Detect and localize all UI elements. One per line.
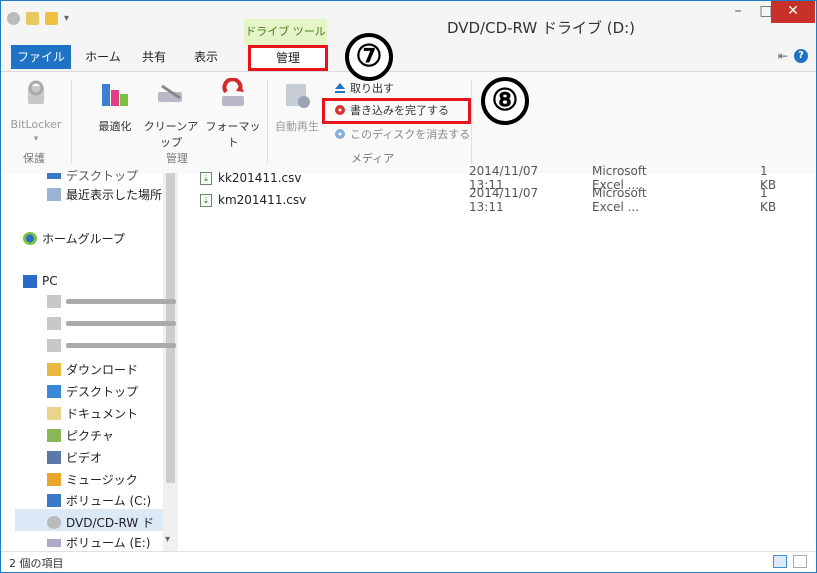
nav-item-homegroup[interactable]: ホームグループ <box>23 230 125 247</box>
redacted-text <box>66 299 176 304</box>
documents-folder-icon <box>47 407 61 420</box>
optimize-icon <box>98 78 132 112</box>
cleanup-button[interactable]: クリーンアップ <box>140 78 202 150</box>
ribbon-tabs: ファイル ホーム 共有 表示 管理 ⇤ ? <box>1 45 816 71</box>
finish-burning-highlight <box>322 98 471 124</box>
disc-icon <box>7 12 20 25</box>
autoplay-icon <box>280 78 314 112</box>
close-button[interactable]: ✕ <box>771 1 815 23</box>
eject-button[interactable]: 取り出す <box>334 80 394 96</box>
format-icon <box>216 77 250 112</box>
nav-scroll-down-icon[interactable]: ▾ <box>165 534 170 545</box>
file-size-cell: 1 KB <box>760 186 777 214</box>
group-label-media: メディア <box>351 152 395 165</box>
tab-file[interactable]: ファイル <box>11 45 71 69</box>
properties-icon[interactable] <box>26 12 39 25</box>
tab-view[interactable]: 表示 <box>186 45 226 69</box>
file-name-cell: ⇣ kk201411.csv <box>200 171 450 185</box>
music-folder-icon <box>47 473 61 486</box>
network-drive-icon <box>47 339 61 352</box>
ribbon-separator <box>471 80 472 164</box>
help-icon[interactable]: ? <box>794 49 808 63</box>
table-row[interactable]: ⇣ kk201411.csv 2014/11/07 13:11 Microsof… <box>200 164 776 192</box>
erase-disc-button[interactable]: このディスクを消去する <box>334 126 470 142</box>
dvd-drive-icon <box>47 516 61 529</box>
eject-icon <box>334 82 346 94</box>
large-icons-view-icon[interactable] <box>793 555 807 568</box>
homegroup-icon <box>23 232 37 245</box>
format-button[interactable]: フォーマット <box>205 77 261 150</box>
ribbon-controls: ⇤ ? <box>778 49 808 63</box>
erase-disc-icon <box>334 128 346 140</box>
status-bar: 2 個の項目 <box>1 551 816 572</box>
explorer-window: ▾ ドライブ ツール DVD/CD-RW ドライブ (D:) – □ ✕ ファイ… <box>0 0 817 573</box>
ribbon-separator <box>71 80 72 164</box>
quick-access-toolbar: ▾ <box>7 12 69 25</box>
nav-item-videos[interactable]: ビデオ <box>47 449 102 466</box>
window-title: DVD/CD-RW ドライブ (D:) <box>446 19 636 37</box>
nav-item-desktop[interactable]: デスクトップ <box>47 383 138 400</box>
group-label-manage: 管理 <box>166 152 188 165</box>
nav-item-music[interactable]: ミュージック <box>47 471 138 488</box>
nav-item-documents[interactable]: ドキュメント <box>47 405 138 422</box>
redacted-text <box>66 343 176 348</box>
desktop-icon <box>47 172 61 179</box>
recent-places-icon <box>47 188 61 201</box>
tab-manage[interactable]: 管理 <box>248 45 328 71</box>
file-type-cell: Microsoft Excel ... <box>592 186 647 214</box>
details-view-icon[interactable] <box>773 555 787 568</box>
cleanup-icon <box>154 78 188 112</box>
nav-item-dvd[interactable]: DVD/CD-RW ド <box>47 514 154 531</box>
nav-item-pc[interactable]: PC <box>23 274 58 288</box>
csv-file-icon: ⇣ <box>200 193 212 207</box>
file-date-cell: 2014/11/07 13:11 <box>469 186 539 214</box>
hard-drive-icon <box>47 494 61 507</box>
callout-7: ⑦ <box>345 33 393 81</box>
tab-home[interactable]: ホーム <box>83 45 123 69</box>
ribbon-separator <box>267 80 268 164</box>
downloads-folder-icon <box>47 363 61 376</box>
drive-tools-context-label: ドライブ ツール <box>244 19 327 45</box>
autoplay-button[interactable]: 自動再生 <box>273 78 321 134</box>
network-drive-icon <box>47 317 61 330</box>
table-row[interactable]: ⇣ km201411.csv 2014/11/07 13:11 Microsof… <box>200 186 776 214</box>
desktop-folder-icon <box>47 385 61 398</box>
nav-item-network-drive-3[interactable] <box>47 339 176 352</box>
qat-dropdown-icon[interactable]: ▾ <box>64 13 69 24</box>
pc-icon <box>23 274 37 288</box>
nav-item-network-drive-1[interactable] <box>47 295 176 308</box>
bitlocker-icon <box>19 78 53 112</box>
nav-item-downloads[interactable]: ダウンロード <box>47 361 138 378</box>
group-label-protect: 保護 <box>23 152 45 165</box>
ribbon: BitLocker ▾ 最適化 クリーンアップ フォーマット 自動再生 取り出す… <box>1 71 816 175</box>
optimize-button[interactable]: 最適化 <box>93 78 137 134</box>
item-count: 2 個の項目 <box>9 557 64 570</box>
nav-item-volume-c[interactable]: ボリューム (C:) <box>47 492 151 509</box>
pictures-folder-icon <box>47 429 61 442</box>
ribbon-minimize-icon[interactable]: ⇤ <box>778 49 788 63</box>
tab-share[interactable]: 共有 <box>134 45 174 69</box>
title-bar: ▾ ドライブ ツール DVD/CD-RW ドライブ (D:) – □ ✕ <box>1 1 816 45</box>
network-drive-icon <box>47 295 61 308</box>
removable-drive-icon <box>47 538 61 547</box>
nav-item-network-drive-2[interactable] <box>47 317 176 330</box>
csv-file-icon: ⇣ <box>200 171 212 185</box>
nav-item-recent[interactable]: 最近表示した場所 <box>47 186 162 203</box>
nav-item-desktop-partial[interactable]: デスクトップ <box>47 167 138 184</box>
redacted-text <box>66 321 176 326</box>
file-name-cell: ⇣ km201411.csv <box>200 193 450 207</box>
file-list: ⇣ kk201411.csv 2014/11/07 13:11 Microsof… <box>178 164 816 551</box>
nav-item-pictures[interactable]: ピクチャ <box>47 427 114 444</box>
new-folder-icon[interactable] <box>45 12 58 25</box>
nav-item-volume-e[interactable]: ボリューム (E:) <box>47 534 150 551</box>
bitlocker-button[interactable]: BitLocker ▾ <box>7 78 65 144</box>
videos-folder-icon <box>47 451 61 464</box>
callout-8: ⑧ <box>481 77 529 125</box>
